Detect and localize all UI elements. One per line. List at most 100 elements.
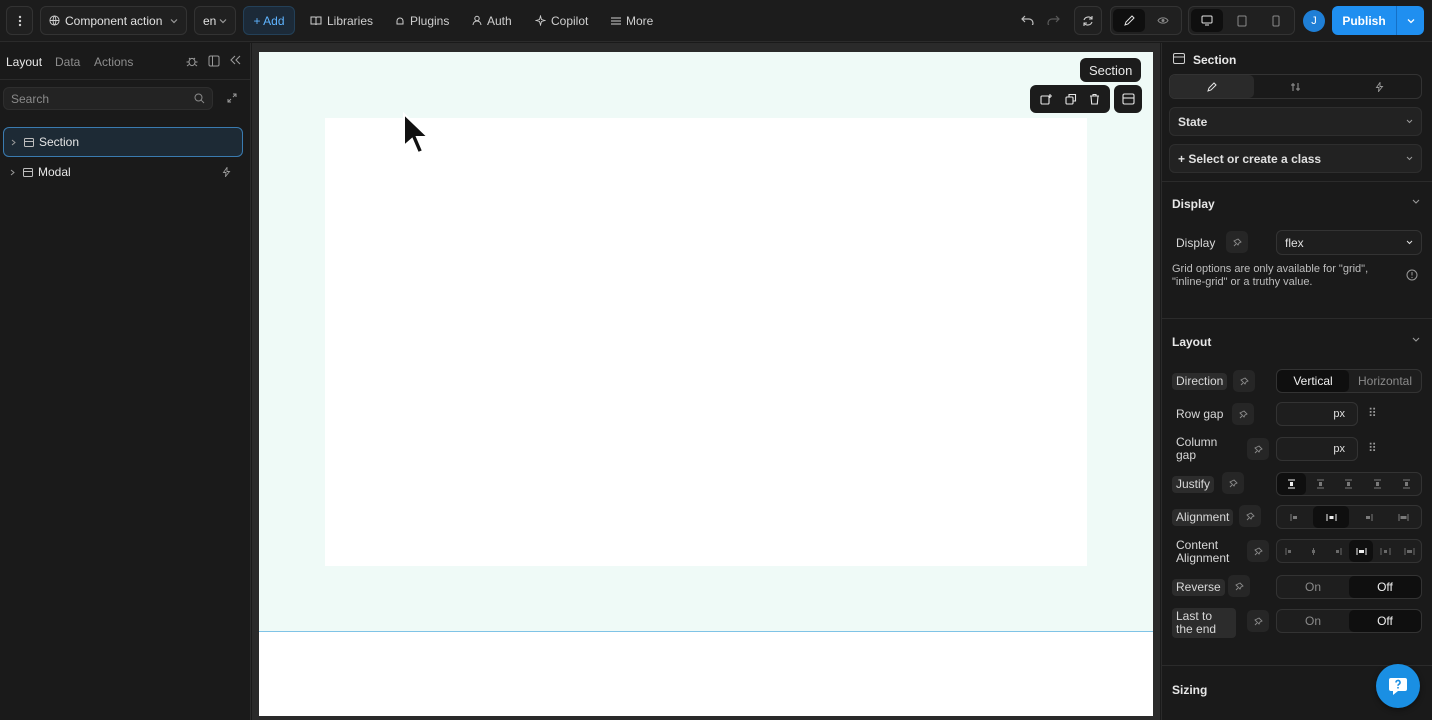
nav-more[interactable]: More	[611, 6, 653, 35]
chevron-right-icon[interactable]	[4, 139, 22, 146]
avatar[interactable]: J	[1303, 10, 1325, 32]
refresh-icon	[1082, 15, 1094, 27]
divider	[1162, 181, 1432, 182]
last-to-end-off[interactable]: Off	[1349, 610, 1421, 632]
column-gap-input[interactable]: px	[1276, 437, 1358, 461]
nav-auth[interactable]: Auth	[472, 6, 512, 35]
pin-button[interactable]	[1222, 472, 1244, 494]
tab-attributes[interactable]	[1254, 75, 1338, 98]
tab-interactions[interactable]	[1337, 75, 1421, 98]
class-select[interactable]: + Select or create a class	[1169, 144, 1422, 173]
pin-button[interactable]	[1247, 438, 1269, 460]
modal-container[interactable]	[325, 118, 1087, 566]
align-start-icon[interactable]	[1277, 506, 1313, 528]
content-align-between-icon[interactable]	[1349, 540, 1373, 562]
refresh-button[interactable]	[1074, 6, 1102, 35]
content-align-center-icon[interactable]	[1301, 540, 1325, 562]
tree-item-section[interactable]: Section	[3, 127, 243, 157]
component-selector[interactable]: Component action	[40, 6, 187, 35]
pin-button[interactable]	[1247, 610, 1269, 632]
nav-plugins[interactable]: Plugins	[395, 6, 449, 35]
pin-icon	[1238, 409, 1248, 419]
nav-auth-label: Auth	[487, 13, 512, 28]
mobile-view-button[interactable]	[1260, 9, 1292, 32]
expand-icon[interactable]	[227, 93, 237, 103]
publish-button[interactable]: Publish	[1332, 6, 1424, 35]
sliders-icon	[1290, 82, 1301, 92]
content-align-stretch-icon[interactable]	[1397, 540, 1421, 562]
bug-icon[interactable]	[186, 55, 198, 67]
trash-icon[interactable]	[1089, 93, 1100, 105]
tab-style[interactable]	[1170, 75, 1254, 98]
direction-horizontal[interactable]: Horizontal	[1349, 370, 1421, 392]
last-to-end-on[interactable]: On	[1277, 610, 1349, 632]
redo-button[interactable]	[1043, 10, 1063, 30]
add-button[interactable]: + Add	[243, 6, 295, 35]
tab-layout[interactable]: Layout	[6, 55, 42, 69]
chevron-down-icon[interactable]	[1412, 199, 1420, 204]
align-end-icon[interactable]	[1349, 506, 1385, 528]
justify-around-icon[interactable]	[1392, 473, 1421, 495]
more-vertical-button[interactable]	[6, 6, 33, 35]
chat-help-icon	[1387, 675, 1409, 697]
element-title: Section	[1193, 53, 1237, 67]
align-stretch-icon[interactable]	[1385, 506, 1421, 528]
language-selector[interactable]: en	[194, 6, 236, 35]
pencil-icon	[1207, 81, 1217, 92]
pin-icon	[1232, 237, 1242, 247]
section-settings-button[interactable]	[1114, 85, 1142, 113]
pin-button[interactable]	[1232, 403, 1254, 425]
justify-start-icon[interactable]	[1277, 473, 1306, 495]
help-chat-button[interactable]	[1376, 664, 1420, 708]
mode-toggle	[1110, 6, 1182, 35]
content-align-start-icon[interactable]	[1277, 540, 1301, 562]
justify-center-icon[interactable]	[1306, 473, 1335, 495]
nav-libraries[interactable]: Libraries	[310, 6, 373, 35]
direction-vertical[interactable]: Vertical	[1277, 370, 1349, 392]
pin-button[interactable]	[1228, 575, 1250, 597]
tree-item-modal[interactable]: Modal	[3, 157, 243, 187]
pin-button[interactable]	[1233, 370, 1255, 392]
state-select[interactable]: State	[1169, 107, 1422, 136]
desktop-view-button[interactable]	[1191, 9, 1223, 32]
align-center-icon[interactable]	[1313, 506, 1349, 528]
edit-mode-button[interactable]	[1113, 9, 1145, 32]
tablet-view-button[interactable]	[1226, 9, 1258, 32]
justify-end-icon[interactable]	[1335, 473, 1364, 495]
mouse-cursor-icon	[402, 111, 431, 159]
wrap-icon[interactable]	[1040, 93, 1053, 105]
drag-handle-icon[interactable]: ⠿	[1368, 406, 1377, 420]
language-label: en	[203, 13, 217, 28]
pin-icon	[1234, 581, 1244, 591]
drag-handle-icon[interactable]: ⠿	[1368, 441, 1377, 455]
reverse-off[interactable]: Off	[1349, 576, 1421, 598]
nav-copilot-label: Copilot	[551, 13, 589, 28]
tab-data[interactable]: Data	[55, 55, 80, 69]
chevron-down-icon[interactable]	[1397, 18, 1424, 24]
nav-copilot[interactable]: Copilot	[535, 6, 588, 35]
content-align-around-icon[interactable]	[1373, 540, 1397, 562]
help-icon[interactable]	[1406, 269, 1418, 281]
row-gap-input[interactable]: px	[1276, 402, 1358, 426]
pin-button[interactable]	[1239, 505, 1261, 527]
tab-actions[interactable]: Actions	[94, 55, 133, 69]
section-icon	[1173, 53, 1185, 64]
chevron-right-icon[interactable]	[3, 169, 21, 176]
pin-button[interactable]	[1226, 231, 1248, 253]
display-select[interactable]: flex	[1276, 230, 1422, 255]
mobile-icon	[1272, 15, 1280, 27]
panel-icon[interactable]	[208, 55, 220, 67]
menu-icon	[611, 17, 621, 25]
desktop-icon	[1201, 15, 1213, 26]
content-align-end-icon[interactable]	[1325, 540, 1349, 562]
undo-button[interactable]	[1017, 10, 1037, 30]
search-input[interactable]: Search	[3, 87, 213, 110]
collapse-icon[interactable]	[230, 55, 241, 65]
divider	[0, 79, 251, 80]
preview-mode-button[interactable]	[1147, 9, 1179, 32]
pin-button[interactable]	[1247, 540, 1269, 562]
reverse-on[interactable]: On	[1277, 576, 1349, 598]
chevron-down-icon[interactable]	[1412, 337, 1420, 342]
duplicate-icon[interactable]	[1065, 93, 1077, 105]
justify-between-icon[interactable]	[1363, 473, 1392, 495]
